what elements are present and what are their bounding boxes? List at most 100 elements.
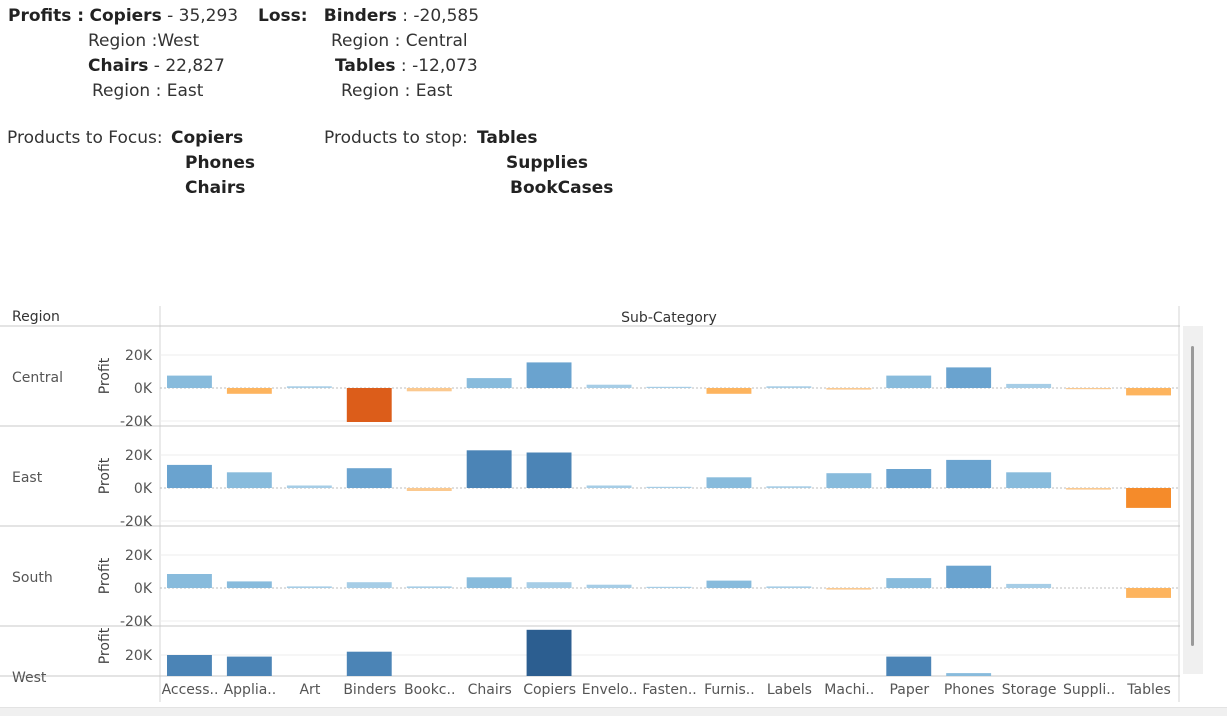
x-tick-label: Chairs bbox=[468, 682, 512, 698]
bar-south-7[interactable] bbox=[586, 584, 632, 588]
bar-east-3[interactable] bbox=[346, 468, 392, 488]
stop-label: Products to stop: bbox=[324, 128, 468, 148]
bars-south bbox=[167, 565, 1171, 598]
bar-central-11[interactable] bbox=[826, 388, 872, 390]
x-tick-label: Fasten.. bbox=[642, 682, 697, 698]
bar-south-0[interactable] bbox=[167, 574, 212, 588]
row-label-central: Central bbox=[12, 370, 63, 386]
bar-east-10[interactable] bbox=[766, 486, 812, 488]
bar-south-16[interactable] bbox=[1126, 588, 1171, 598]
bar-south-10[interactable] bbox=[766, 586, 812, 588]
bar-south-14[interactable] bbox=[1006, 583, 1052, 588]
bar-central-7[interactable] bbox=[586, 384, 632, 388]
bar-central-9[interactable] bbox=[706, 388, 752, 394]
x-tick-label: Bookc.. bbox=[404, 682, 455, 698]
y-tick-label: -20K bbox=[120, 414, 153, 430]
bar-east-13[interactable] bbox=[946, 459, 992, 488]
bar-east-2[interactable] bbox=[286, 485, 332, 489]
x-tick-label: Suppli.. bbox=[1063, 682, 1115, 698]
loss2-name: Tables bbox=[335, 56, 396, 76]
bar-south-12[interactable] bbox=[886, 578, 932, 588]
bar-east-6[interactable] bbox=[526, 452, 572, 489]
profit2-value: - 22,827 bbox=[148, 56, 225, 76]
row-label-south: South bbox=[12, 570, 53, 586]
x-tick-label: Furnis.. bbox=[704, 682, 755, 698]
x-tick-label: Paper bbox=[889, 682, 929, 698]
y-tick-label: -20K bbox=[120, 514, 153, 530]
bar-east-8[interactable] bbox=[646, 486, 692, 488]
x-tick-label: Storage bbox=[1002, 682, 1057, 698]
insights-summary: Profits : Copiers - 35,293 Region :West … bbox=[0, 0, 700, 210]
bar-south-4[interactable] bbox=[406, 586, 452, 588]
y-tick-label: 20K bbox=[125, 548, 153, 564]
bar-south-5[interactable] bbox=[466, 577, 512, 588]
bar-south-1[interactable] bbox=[226, 581, 272, 588]
bar-east-9[interactable] bbox=[706, 477, 752, 488]
bars-central bbox=[167, 362, 1171, 422]
bar-east-7[interactable] bbox=[586, 485, 632, 489]
horizontal-scrollbar[interactable] bbox=[0, 707, 1227, 716]
bar-south-6[interactable] bbox=[526, 582, 572, 588]
x-tick-label: Copiers bbox=[523, 682, 576, 698]
y-axis-label: Profit bbox=[97, 627, 113, 664]
bar-central-5[interactable] bbox=[466, 378, 512, 388]
focus-item-3: Chairs bbox=[185, 178, 246, 198]
bar-central-12[interactable] bbox=[886, 375, 932, 388]
bar-east-15[interactable] bbox=[1066, 488, 1111, 490]
scrollbar-thumb[interactable] bbox=[1191, 346, 1194, 646]
y-axis-label: Profit bbox=[97, 557, 113, 594]
bar-south-2[interactable] bbox=[286, 586, 332, 588]
loss-line-1: Loss: Binders : -20,585 bbox=[258, 6, 479, 26]
bar-central-3[interactable] bbox=[346, 388, 392, 422]
bar-central-4[interactable] bbox=[406, 388, 452, 392]
stop-item-2: Supplies bbox=[506, 153, 588, 173]
row-header-region: Region bbox=[12, 309, 60, 325]
profit1-name: Copiers bbox=[89, 6, 162, 26]
y-tick-label: 20K bbox=[125, 448, 153, 464]
x-tick-label: Phones bbox=[944, 682, 995, 698]
focus-item-1: Copiers bbox=[171, 128, 244, 148]
panel-south: South Profit 20K 0K -20K bbox=[12, 548, 1179, 630]
bar-east-1[interactable] bbox=[226, 472, 272, 488]
y-tick-label: 0K bbox=[134, 581, 153, 597]
profit-by-region-subcategory-chart: Region Sub-Category Central Profit 20K 0K -2… bbox=[0, 306, 1203, 702]
bar-central-16[interactable] bbox=[1126, 388, 1171, 396]
y-tick-label: 20K bbox=[125, 648, 153, 664]
x-tick-label: Art bbox=[299, 682, 320, 698]
bar-central-10[interactable] bbox=[766, 386, 812, 388]
loss1-name: Binders bbox=[323, 6, 397, 26]
bar-central-15[interactable] bbox=[1066, 388, 1111, 390]
loss-label: Loss: bbox=[258, 6, 308, 26]
bar-south-8[interactable] bbox=[646, 586, 692, 588]
chart-panels: Central Profit 20K 0K -20K East Profit 20K 0K -20… bbox=[12, 348, 1179, 686]
x-tick-label: Tables bbox=[1126, 682, 1171, 698]
bar-east-0[interactable] bbox=[167, 464, 212, 488]
bar-south-9[interactable] bbox=[706, 580, 752, 588]
bar-south-13[interactable] bbox=[946, 565, 992, 588]
bar-central-1[interactable] bbox=[226, 388, 272, 394]
chart-frame bbox=[0, 306, 1180, 702]
focus-label: Products to Focus: bbox=[7, 128, 163, 148]
loss2-region: Region : East bbox=[341, 81, 453, 101]
bar-south-11[interactable] bbox=[826, 588, 872, 590]
y-tick-label: 0K bbox=[134, 381, 153, 397]
bar-central-13[interactable] bbox=[946, 367, 992, 388]
x-tick-label: Applia.. bbox=[224, 682, 277, 698]
bar-central-6[interactable] bbox=[526, 362, 572, 388]
bar-central-8[interactable] bbox=[646, 386, 692, 388]
bar-central-0[interactable] bbox=[167, 375, 212, 388]
bar-south-3[interactable] bbox=[346, 582, 392, 588]
bar-east-12[interactable] bbox=[886, 469, 932, 488]
bar-east-4[interactable] bbox=[406, 488, 452, 491]
panel-central: Central Profit 20K 0K -20K bbox=[12, 348, 1179, 430]
profit2-region: Region : East bbox=[92, 81, 204, 101]
bar-east-14[interactable] bbox=[1006, 472, 1052, 488]
bar-east-11[interactable] bbox=[826, 473, 872, 488]
bar-central-14[interactable] bbox=[1006, 383, 1052, 388]
bar-central-2[interactable] bbox=[286, 386, 332, 388]
bar-east-5[interactable] bbox=[466, 450, 512, 488]
x-tick-label: Envelo.. bbox=[582, 682, 638, 698]
bar-east-16[interactable] bbox=[1126, 488, 1171, 508]
bars-east bbox=[167, 450, 1171, 508]
bar-west-6[interactable] bbox=[526, 629, 572, 688]
